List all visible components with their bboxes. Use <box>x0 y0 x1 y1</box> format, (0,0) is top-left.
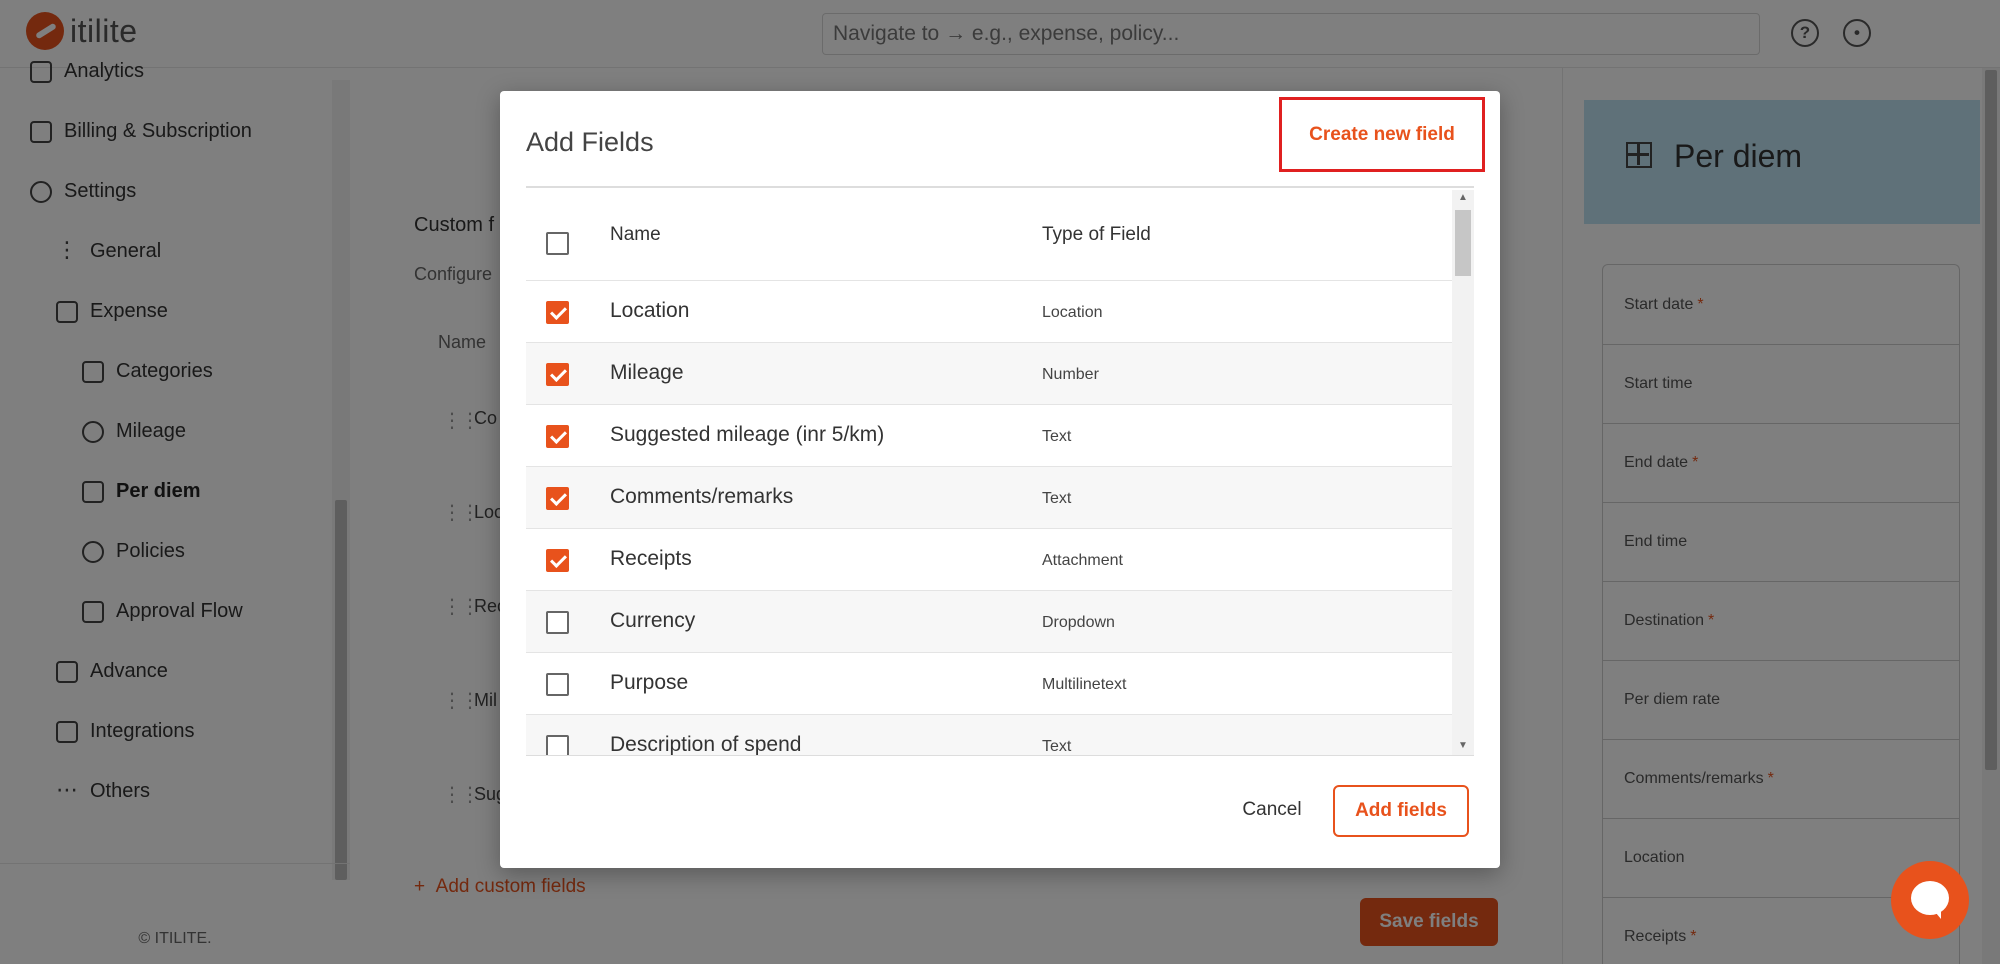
scroll-up-arrow-icon[interactable]: ▲ <box>1458 192 1468 203</box>
row-checkbox[interactable] <box>546 673 569 696</box>
table-row[interactable]: Currency Dropdown <box>526 590 1452 652</box>
column-header-name: Name <box>610 224 661 245</box>
row-checkbox[interactable] <box>546 549 569 572</box>
row-checkbox[interactable] <box>546 363 569 386</box>
field-name: Currency <box>610 609 696 632</box>
field-name: Comments/remarks <box>610 485 794 508</box>
table-row[interactable]: Suggested mileage (inr 5/km) Text <box>526 404 1452 466</box>
field-type: Text <box>1042 428 1072 445</box>
select-all-checkbox[interactable] <box>546 232 569 255</box>
row-checkbox[interactable] <box>546 487 569 510</box>
field-name: Mileage <box>610 361 684 384</box>
create-new-field-button[interactable]: Create new field <box>1279 97 1485 172</box>
field-type: Multilinetext <box>1042 676 1127 693</box>
cancel-button[interactable]: Cancel <box>1222 786 1322 834</box>
table-row[interactable]: Purpose Multilinetext <box>526 652 1452 714</box>
field-type: Location <box>1042 304 1103 321</box>
table-row[interactable]: Comments/remarks Text <box>526 466 1452 528</box>
table-row[interactable]: Mileage Number <box>526 342 1452 404</box>
field-type: Text <box>1042 738 1072 755</box>
field-type: Dropdown <box>1042 614 1115 631</box>
field-type: Text <box>1042 490 1072 507</box>
scroll-down-arrow-icon[interactable]: ▼ <box>1458 740 1468 751</box>
add-fields-button[interactable]: Add fields <box>1333 785 1469 837</box>
dialog-title: Add Fields <box>526 127 654 157</box>
field-name: Receipts <box>610 547 692 570</box>
column-header-type: Type of Field <box>1042 224 1151 245</box>
field-type: Attachment <box>1042 552 1123 569</box>
row-checkbox[interactable] <box>546 425 569 448</box>
table-row[interactable]: Location Location <box>526 280 1452 342</box>
row-checkbox[interactable] <box>546 735 569 755</box>
row-checkbox[interactable] <box>546 611 569 634</box>
table-scrollbar-thumb[interactable] <box>1455 210 1471 276</box>
chat-bubble-icon <box>1911 881 1949 919</box>
field-name: Location <box>610 299 690 322</box>
field-type: Number <box>1042 366 1099 383</box>
field-name: Purpose <box>610 671 689 694</box>
field-name: Suggested mileage (inr 5/km) <box>610 423 885 446</box>
table-row[interactable]: Receipts Attachment <box>526 528 1452 590</box>
table-row[interactable]: Description of spend Text <box>526 714 1452 756</box>
field-name: Description of spend <box>610 733 802 756</box>
fields-table: Name Type of Field Location Location Mil… <box>526 190 1474 756</box>
divider <box>526 186 1474 188</box>
row-checkbox[interactable] <box>546 301 569 324</box>
